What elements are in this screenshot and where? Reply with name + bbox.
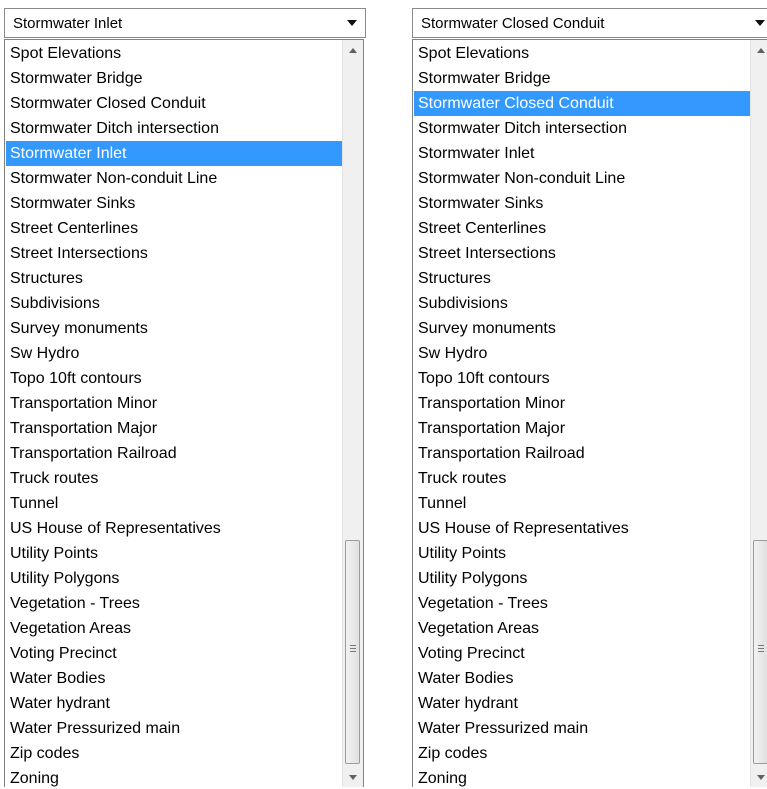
list-items: Spot Elevations Stormwater Bridge Stormwat…: [6, 41, 342, 787]
scroll-down-icon: [349, 774, 357, 780]
list-item[interactable]: Street Intersections: [6, 241, 342, 266]
list-item[interactable]: Stormwater Inlet: [6, 141, 342, 166]
list-item[interactable]: Stormwater Ditch intersection: [6, 116, 342, 141]
list-item[interactable]: US House of Representatives: [414, 516, 750, 541]
list-item[interactable]: Sw Hydro: [414, 341, 750, 366]
list-item[interactable]: Water hydrant: [6, 691, 342, 716]
list-item[interactable]: Water Bodies: [414, 666, 750, 691]
list-item[interactable]: Structures: [6, 266, 342, 291]
list-item[interactable]: Tunnel: [6, 491, 342, 516]
list-item[interactable]: Stormwater Non-conduit Line: [414, 166, 750, 191]
chevron-down-icon[interactable]: [755, 20, 765, 26]
scroll-down-icon: [757, 774, 765, 780]
list-item[interactable]: Vegetation - Trees: [414, 591, 750, 616]
chevron-down-icon[interactable]: [347, 20, 357, 26]
list-item[interactable]: Transportation Major: [6, 416, 342, 441]
scrollbar-thumb[interactable]: [345, 540, 360, 764]
list-item[interactable]: Transportation Railroad: [414, 441, 750, 466]
list-item[interactable]: Zip codes: [6, 741, 342, 766]
vertical-scrollbar[interactable]: [750, 40, 767, 787]
list-item[interactable]: Utility Points: [6, 541, 342, 566]
list-item[interactable]: Vegetation Areas: [6, 616, 342, 641]
list-item[interactable]: Survey monuments: [6, 316, 342, 341]
list-item[interactable]: Vegetation - Trees: [6, 591, 342, 616]
list-item[interactable]: Truck routes: [6, 466, 342, 491]
list-item[interactable]: Street Centerlines: [414, 216, 750, 241]
list-item[interactable]: US House of Representatives: [6, 516, 342, 541]
list-item[interactable]: Zoning: [6, 766, 342, 787]
list-item[interactable]: Stormwater Bridge: [414, 66, 750, 91]
layer-combo-right: Stormwater Closed Conduit Spot Elevation…: [412, 8, 767, 787]
dropdown-list-left[interactable]: Spot Elevations Stormwater Bridge Stormwat…: [4, 39, 364, 787]
list-item[interactable]: Structures: [414, 266, 750, 291]
list-item[interactable]: Voting Precinct: [414, 641, 750, 666]
list-item[interactable]: Stormwater Sinks: [6, 191, 342, 216]
list-item[interactable]: Survey monuments: [414, 316, 750, 341]
selected-value: Stormwater Inlet: [13, 14, 123, 32]
layer-combo-left: Stormwater Inlet Spot Elevations Stormwat…: [4, 8, 366, 787]
list-item[interactable]: Zip codes: [414, 741, 750, 766]
scroll-down-button[interactable]: [751, 767, 767, 787]
list-item[interactable]: Water Pressurized main: [6, 716, 342, 741]
list-item[interactable]: Voting Precinct: [6, 641, 342, 666]
list-item[interactable]: Topo 10ft contours: [6, 366, 342, 391]
scrollbar-thumb[interactable]: [753, 540, 767, 764]
scroll-up-icon: [349, 47, 357, 53]
list-item[interactable]: Utility Polygons: [6, 566, 342, 591]
list-item[interactable]: Stormwater Closed Conduit: [6, 91, 342, 116]
list-item[interactable]: Street Centerlines: [6, 216, 342, 241]
list-item[interactable]: Utility Points: [414, 541, 750, 566]
list-item[interactable]: Utility Polygons: [414, 566, 750, 591]
list-item[interactable]: Transportation Major: [414, 416, 750, 441]
list-item[interactable]: Transportation Minor: [414, 391, 750, 416]
list-item[interactable]: Transportation Minor: [6, 391, 342, 416]
list-item[interactable]: Transportation Railroad: [6, 441, 342, 466]
dropdown-list-right[interactable]: Spot Elevations Stormwater Bridge Stormwat…: [412, 39, 767, 787]
list-item[interactable]: Water Pressurized main: [414, 716, 750, 741]
scroll-up-button[interactable]: [343, 40, 363, 60]
list-item[interactable]: Stormwater Inlet: [414, 141, 750, 166]
list-item[interactable]: Stormwater Non-conduit Line: [6, 166, 342, 191]
scroll-up-icon: [757, 47, 765, 53]
scroll-up-button[interactable]: [751, 40, 767, 60]
list-item[interactable]: Spot Elevations: [6, 41, 342, 66]
list-item[interactable]: Water hydrant: [414, 691, 750, 716]
list-item[interactable]: Tunnel: [414, 491, 750, 516]
list-item[interactable]: Topo 10ft contours: [414, 366, 750, 391]
list-item[interactable]: Street Intersections: [414, 241, 750, 266]
list-item[interactable]: Spot Elevations: [414, 41, 750, 66]
list-item[interactable]: Truck routes: [414, 466, 750, 491]
list-item[interactable]: Zoning: [414, 766, 750, 787]
list-item[interactable]: Vegetation Areas: [414, 616, 750, 641]
list-item[interactable]: Sw Hydro: [6, 341, 342, 366]
list-item[interactable]: Stormwater Bridge: [6, 66, 342, 91]
list-item[interactable]: Stormwater Sinks: [414, 191, 750, 216]
list-item[interactable]: Stormwater Ditch intersection: [414, 116, 750, 141]
list-item[interactable]: Water Bodies: [6, 666, 342, 691]
list-item[interactable]: Subdivisions: [6, 291, 342, 316]
grip-icon: [758, 645, 764, 652]
selected-value: Stormwater Closed Conduit: [421, 14, 605, 32]
list-item[interactable]: Stormwater Closed Conduit: [414, 91, 750, 116]
vertical-scrollbar[interactable]: [342, 40, 363, 787]
scroll-down-button[interactable]: [343, 767, 363, 787]
layer-select-right[interactable]: Stormwater Closed Conduit: [412, 8, 767, 38]
list-items: Spot Elevations Stormwater Bridge Stormwat…: [414, 41, 750, 787]
layer-select-left[interactable]: Stormwater Inlet: [4, 8, 366, 38]
grip-icon: [350, 645, 356, 652]
list-item[interactable]: Subdivisions: [414, 291, 750, 316]
